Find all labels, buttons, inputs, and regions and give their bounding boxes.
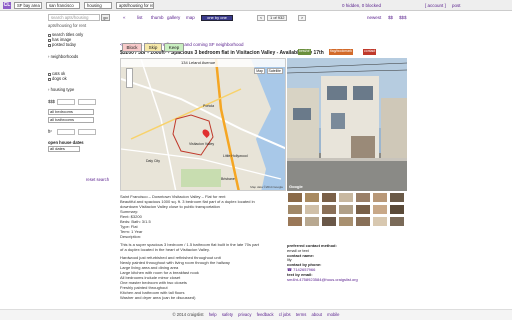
dogs-ok-checkbox[interactable]: dogs ok [48, 76, 67, 81]
map-label-visitacion: Visitacion Valley [189, 142, 215, 146]
map-label-brisbane: Brisbane [221, 177, 235, 181]
footer-link-help[interactable]: help [209, 312, 217, 317]
page-count: 1 of 932 [267, 15, 288, 21]
thumbnail[interactable] [321, 204, 337, 215]
thumbnail[interactable] [355, 204, 371, 215]
min-ft2-input[interactable] [57, 129, 75, 135]
sort-newest-link[interactable]: newest [367, 15, 381, 21]
map-label-portola: Portola [203, 104, 215, 108]
main-content: « list thumb gallery map one by one < 1 … [120, 12, 462, 302]
posted-today-checkbox[interactable]: posted today [48, 42, 76, 47]
footer: © 2014 craigslist help safety privacy fe… [0, 309, 512, 320]
open-house-select[interactable]: all dates [48, 146, 80, 152]
thumbnail[interactable] [338, 192, 354, 203]
skip-button[interactable]: Skip [144, 43, 162, 52]
footer-link-terms[interactable]: terms [296, 312, 306, 317]
thumbnail[interactable] [287, 204, 303, 215]
thumbnail[interactable] [372, 192, 388, 203]
thumbnail[interactable] [389, 192, 405, 203]
block-button[interactable]: Block [122, 43, 142, 52]
contact-info: preferred contact method: email or text … [287, 243, 407, 283]
open-house-label: open house dates [48, 140, 84, 145]
map-attribution: Map data ©2014 Google [250, 185, 283, 189]
list-view-link[interactable]: list [137, 15, 143, 21]
section-select[interactable]: housing [84, 2, 112, 9]
thumbnail[interactable] [287, 192, 303, 203]
max-ft2-input[interactable] [78, 129, 96, 135]
craigslist-logo[interactable]: CL [3, 2, 11, 9]
post-link[interactable]: post [452, 2, 461, 9]
satellite-button[interactable]: Satellite [266, 68, 283, 74]
back-link[interactable]: « [123, 15, 126, 21]
map-type-button[interactable]: Map [254, 68, 265, 74]
gallery-view-link[interactable]: gallery [167, 15, 180, 21]
prev-page-button[interactable]: < [257, 15, 265, 21]
thumbnail[interactable] [321, 216, 337, 227]
map-label-daly-city: Daly City [146, 159, 161, 163]
contact-badge[interactable]: contact [363, 49, 377, 55]
thumbnail[interactable] [321, 192, 337, 203]
thumbnail[interactable] [372, 204, 388, 215]
bedrooms-select[interactable]: all bedrooms [48, 109, 94, 115]
thumbnail[interactable] [304, 216, 320, 227]
google-watermark: Google [289, 184, 303, 189]
map-view-link[interactable]: map [186, 15, 195, 21]
thumbnail[interactable] [372, 216, 388, 227]
one-by-one-button[interactable]: one by one [201, 15, 233, 21]
map-label-hollywood: Little Hollywood [223, 154, 248, 158]
body-line: Washer and dryer area (can be discussed) [120, 295, 196, 300]
thumbnail[interactable] [287, 216, 303, 227]
area-select[interactable]: san francisco [46, 2, 80, 9]
thumbnail[interactable] [389, 216, 405, 227]
copyright: © 2014 craigslist [172, 312, 204, 317]
bathrooms-select[interactable]: all bathrooms [48, 117, 94, 123]
thumbnail[interactable] [304, 192, 320, 203]
post-body: Saint Francisco – Downtown Visitacion Va… [120, 194, 285, 300]
street-view-image [287, 58, 407, 191]
footer-link-mobile[interactable]: mobile [327, 312, 339, 317]
photo-thumbnails [287, 192, 407, 242]
listing-photo[interactable]: Google [287, 58, 407, 191]
reset-search-link[interactable]: reset search [86, 177, 109, 182]
housing-type-toggle[interactable]: › housing type [48, 87, 74, 92]
footer-link-privacy[interactable]: privacy [238, 312, 251, 317]
category-label: apts/housing for rent [48, 23, 87, 28]
thumbnail[interactable] [338, 216, 354, 227]
next-page-button[interactable]: > [298, 15, 306, 21]
keep-button[interactable]: Keep [164, 43, 184, 52]
thumbnail[interactable] [355, 192, 371, 203]
account-link[interactable]: [ account ] [425, 2, 446, 9]
flag-badge[interactable]: flag/bookmark [329, 49, 353, 55]
map-zoom-control[interactable] [126, 68, 133, 88]
sort-price-desc-link[interactable]: $$$ [399, 15, 407, 21]
category-select[interactable]: apts/housing for rent [116, 2, 154, 9]
max-price-input[interactable] [78, 99, 96, 105]
thumbnail[interactable] [304, 204, 320, 215]
top-bar: CL SF bay area san francisco housing apt… [0, 0, 512, 11]
footer-link-about[interactable]: about [311, 312, 321, 317]
thumb-view-link[interactable]: thumb [151, 15, 164, 21]
contact-email-link[interactable]: sm4ht-4758923584@hous.craigslist.org [287, 277, 407, 283]
best-of-badge[interactable]: best/of [298, 49, 311, 55]
search-sidebar: search apts/housing go apts/housing for … [48, 12, 120, 188]
map-canvas [121, 59, 285, 190]
map-address-bar: 134 Leland Avenue [121, 59, 285, 67]
location-map[interactable]: 134 Leland Avenue Map Satellite Portola … [120, 58, 286, 191]
thumbnail[interactable] [389, 204, 405, 215]
hidden-blocked-link[interactable]: 0 hidden, 0 blocked [342, 2, 381, 9]
footer-link-cl-jobs[interactable]: cl jobs [279, 312, 291, 317]
search-input[interactable]: search apts/housing [48, 14, 100, 21]
ft2-label: ft² [48, 129, 52, 134]
thumbnail[interactable] [355, 216, 371, 227]
price-label: $$$ [48, 99, 55, 104]
footer-link-feedback[interactable]: feedback [257, 312, 274, 317]
search-button[interactable]: go [101, 14, 110, 21]
min-price-input[interactable] [57, 99, 75, 105]
thumbnail[interactable] [338, 204, 354, 215]
site-select[interactable]: SF bay area [14, 2, 42, 9]
sort-price-asc-link[interactable]: $$ [388, 15, 393, 21]
footer-link-safety[interactable]: safety [222, 312, 233, 317]
neighborhoods-toggle[interactable]: › neighborhoods [48, 54, 78, 59]
